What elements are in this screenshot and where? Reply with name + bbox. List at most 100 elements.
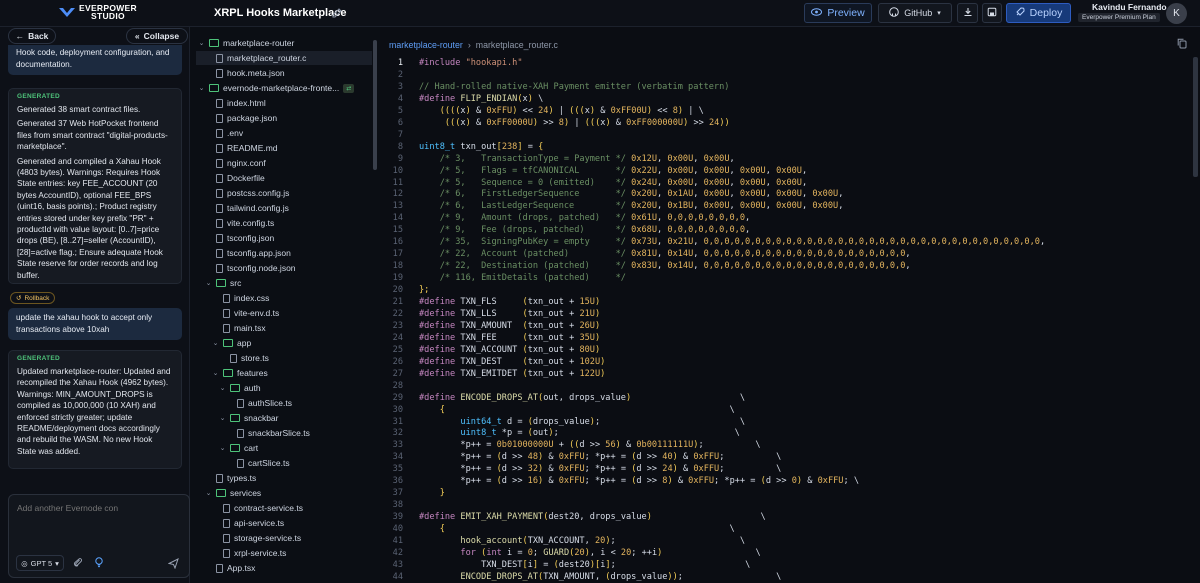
generated-text: Generated 38 smart contract files. <box>17 105 141 114</box>
lightbulb-icon[interactable] <box>95 557 103 571</box>
rocket-icon <box>1015 6 1025 20</box>
code-token: , <box>729 177 740 188</box>
tree-folder[interactable]: ⌄ src <box>196 276 372 290</box>
chevron-down-icon[interactable]: ⌄ <box>219 384 226 392</box>
code-token: #define <box>419 368 461 379</box>
file-icon <box>216 263 223 273</box>
tree-file[interactable]: vite-env.d.ts <box>196 306 372 320</box>
tree-file[interactable]: contract-service.ts <box>196 501 372 515</box>
code-token: , <box>838 201 844 212</box>
tree-folder[interactable]: ⌄ app <box>196 336 372 350</box>
breadcrumb-file[interactable]: marketplace_router.c <box>476 40 558 50</box>
preview-button[interactable]: Preview <box>804 3 872 23</box>
code-token: out, drops_value <box>543 392 626 403</box>
file-icon <box>216 98 223 108</box>
tree-file[interactable]: snackbarSlice.ts <box>196 426 372 440</box>
model-selector[interactable]: ◎ GPT 5 ▾ <box>16 555 64 571</box>
save-button[interactable] <box>982 3 1002 23</box>
tree-file[interactable]: nginx.conf <box>196 156 372 170</box>
edit-title-pencil-icon[interactable] <box>332 8 342 18</box>
chevron-down-icon[interactable]: ⌄ <box>219 444 226 452</box>
tree-file[interactable]: package.json <box>196 111 372 125</box>
tree-file[interactable]: README.md <box>196 141 372 155</box>
tree-folder[interactable]: ⌄ auth <box>196 381 372 395</box>
code-token: 26U <box>579 320 595 331</box>
tree-file[interactable]: api-service.ts <box>196 516 372 530</box>
tree-folder[interactable]: ⌄ marketplace-router <box>196 36 372 50</box>
chevron-down-icon[interactable]: ⌄ <box>198 84 205 92</box>
file-icon <box>223 533 230 543</box>
paperclip-icon[interactable] <box>73 557 82 571</box>
code-token: 80U <box>579 344 595 355</box>
tree-file[interactable]: authSlice.ts <box>196 396 372 410</box>
tree-file[interactable]: hook.meta.json <box>196 66 372 80</box>
deploy-button[interactable]: Deploy <box>1006 3 1071 23</box>
code-token: GUARD <box>543 547 570 558</box>
code-token: }; <box>419 285 430 296</box>
chevron-down-icon[interactable]: ⌄ <box>219 414 226 422</box>
logo[interactable]: EVERPOWER STUDIO <box>58 4 137 20</box>
tree-file[interactable]: main.tsx <box>196 321 372 335</box>
code-token: & <box>672 476 689 487</box>
tree-file[interactable]: postcss.config.js <box>196 186 372 200</box>
code-token: 0xFFU <box>558 452 585 463</box>
tree-file[interactable]: tsconfig.json <box>196 231 372 245</box>
tree-file[interactable]: App.tsx <box>196 561 372 575</box>
deploy-status-icon[interactable]: ⇄ <box>343 83 355 93</box>
tree-file[interactable]: xrpl-service.ts <box>196 546 372 560</box>
chevron-down-icon[interactable]: ⌄ <box>205 279 212 287</box>
chevron-down-icon[interactable]: ⌄ <box>198 39 205 47</box>
copy-code-button[interactable] <box>1177 38 1187 52</box>
deploy-label: Deploy <box>1029 7 1063 19</box>
code-token: 0x00U <box>703 165 730 176</box>
tree-file[interactable]: storage-service.ts <box>196 531 372 545</box>
code-token: & <box>677 452 694 463</box>
tree-file[interactable]: tsconfig.node.json <box>196 261 372 275</box>
tree-file[interactable]: index.css <box>196 291 372 305</box>
code-text: } <box>419 487 445 499</box>
github-button[interactable]: GitHub ▾ <box>878 3 952 23</box>
code-token: & <box>620 440 637 451</box>
send-icon[interactable] <box>165 555 181 571</box>
folder-icon <box>230 444 240 452</box>
tree-folder[interactable]: ⌄ evernode-marketplace-fronte... ⇄ <box>196 81 372 95</box>
tree-folder[interactable]: ⌄ cart <box>196 441 372 455</box>
code-token: 16 <box>527 476 539 487</box>
chevron-down-icon[interactable]: ⌄ <box>212 369 219 377</box>
chat-input[interactable] <box>17 503 177 513</box>
avatar[interactable]: K <box>1166 3 1187 24</box>
file-tree-scrollbar[interactable] <box>373 40 377 170</box>
download-button[interactable] <box>957 3 978 23</box>
code-text: /* 6, FirstLedgerSequence */ 0x20U, 0x1A… <box>419 188 844 200</box>
chevron-down-icon[interactable]: ⌄ <box>212 339 219 347</box>
code-line: 20}; <box>380 284 1190 296</box>
user-message: update the xahau hook to accept only tra… <box>8 308 182 340</box>
collapse-button[interactable]: « Collapse <box>126 28 188 44</box>
line-number: 29 <box>392 392 403 403</box>
tree-file[interactable]: vite.config.ts <box>196 216 372 230</box>
tree-file[interactable]: .env <box>196 126 372 140</box>
tree-item-label: vite.config.ts <box>227 218 275 228</box>
code-token: txn_out + <box>527 344 580 355</box>
code-token: ENCODE_DROPS_AT <box>460 571 539 582</box>
tree-folder[interactable]: ⌄ features <box>196 366 372 380</box>
tree-file[interactable]: types.ts <box>196 471 372 485</box>
tree-file[interactable]: tailwind.config.js <box>196 201 372 215</box>
chat-panel: ← Back « Collapse Hook code, deployment … <box>0 27 190 583</box>
tree-folder[interactable]: ⌄ services <box>196 486 372 500</box>
tree-file[interactable]: tsconfig.app.json <box>196 246 372 260</box>
editor-scrollbar[interactable] <box>1193 57 1198 177</box>
tree-file[interactable]: index.html <box>196 96 372 110</box>
tree-file[interactable]: store.ts <box>196 351 372 365</box>
code-text: /* 116, EmitDetails (patched) */ <box>419 272 626 284</box>
rollback-button[interactable]: ↺ Rollback <box>10 292 56 304</box>
tree-file[interactable]: Dockerfile <box>196 171 372 185</box>
tree-file[interactable]: marketplace_router.c <box>196 51 372 65</box>
back-button[interactable]: ← Back <box>8 28 56 44</box>
breadcrumb: marketplace-router › marketplace_router.… <box>389 40 558 50</box>
breadcrumb-folder[interactable]: marketplace-router <box>389 40 463 50</box>
tree-file[interactable]: cartSlice.ts <box>196 456 372 470</box>
chevron-down-icon[interactable]: ⌄ <box>205 489 212 497</box>
line-number: 25 <box>392 344 403 355</box>
tree-folder[interactable]: ⌄ snackbar <box>196 411 372 425</box>
